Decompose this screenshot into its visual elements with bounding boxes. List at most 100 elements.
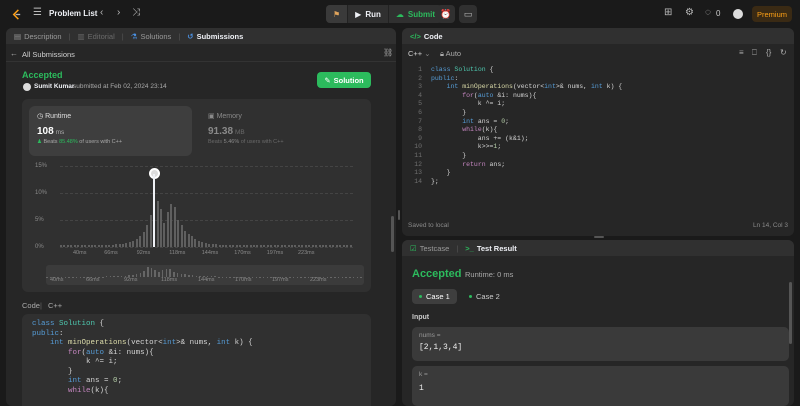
beats-suffix: of users with C++ — [79, 139, 123, 145]
resize-handle[interactable] — [594, 236, 604, 238]
chart-bar — [104, 244, 107, 247]
braces-icon[interactable]: {} — [766, 48, 771, 57]
case-2-tab[interactable]: Case 2 — [462, 289, 507, 304]
avatar[interactable] — [733, 9, 743, 19]
play-icon: ▶ — [355, 9, 362, 19]
chart-bar — [184, 230, 187, 247]
range-selector[interactable]: 40ms 66ms 92ms 118ms 144ms 170ms 197ms 223ms — [46, 265, 364, 285]
auto-mode[interactable]: 🔒︎ Auto — [440, 49, 461, 59]
test-scrollbar[interactable] — [789, 282, 792, 344]
mini-bar — [169, 269, 171, 277]
y-tick-label: 15% — [35, 163, 48, 169]
mini-bar — [330, 276, 332, 277]
nums-field[interactable]: nums = [2,1,3,4] — [412, 327, 789, 361]
submit-button[interactable]: ☁ Submit — [389, 5, 442, 23]
bookmark-icon[interactable]: ⎕ — [752, 48, 757, 58]
run-button[interactable]: ▶ Run — [348, 5, 389, 23]
submit-label: Submit — [407, 9, 435, 19]
memory-value: 91.38 — [208, 126, 234, 137]
chart-bar — [301, 245, 304, 247]
alarm-icon: ⏰ — [440, 8, 452, 19]
k-field[interactable]: k = 1 — [412, 366, 789, 406]
problem-list-link[interactable]: Problem List — [49, 9, 97, 18]
editor-code-line: } — [431, 152, 467, 159]
chart-bar — [60, 245, 62, 247]
line-number: 13 — [414, 169, 422, 177]
memory-card[interactable]: ▣ Memory 91.38 MB Beats 5.46% of users w… — [200, 106, 363, 156]
left-scrollbar[interactable] — [391, 216, 394, 252]
case-1-tab[interactable]: Case 1 — [412, 289, 457, 304]
tab-test-result[interactable]: >_ Test Result — [465, 244, 516, 253]
shuffle-icon[interactable]: ⤨ — [132, 7, 140, 18]
chart-bar — [304, 245, 307, 247]
mini-bar — [259, 276, 261, 277]
chart-bar — [311, 245, 314, 247]
mini-bar — [334, 276, 336, 277]
code-line: while(k){ — [68, 386, 109, 395]
x-tick-label: 92ms — [136, 250, 151, 256]
notes-button[interactable]: ▭ — [459, 5, 477, 23]
submitted-code[interactable]: class Solution { public: int minOperatio… — [22, 314, 371, 406]
beats-prefix: Beats — [208, 139, 223, 145]
mini-bar — [46, 276, 48, 277]
mini-bar — [292, 276, 295, 277]
beats-icon: ♟ — [37, 139, 42, 145]
chart-bar — [308, 245, 311, 247]
saved-status: Saved to local — [408, 222, 449, 229]
chart-bar — [73, 245, 76, 247]
chart-bar — [277, 245, 280, 247]
runtime-unit: ms — [55, 129, 65, 136]
runtime-distribution-chart[interactable]: 15% 10% 5% 0% 40ms 66ms 92ms 118ms 144ms 170m… — [22, 159, 371, 264]
leetcode-logo-icon[interactable] — [10, 8, 23, 21]
mini-bar — [64, 276, 67, 277]
list-icon[interactable]: ☰ — [33, 7, 42, 18]
next-problem-icon[interactable]: › — [117, 7, 120, 18]
mini-bar — [188, 274, 190, 277]
code-line: public: — [32, 329, 64, 338]
tab-testcase[interactable]: ☑ Testcase — [410, 244, 449, 253]
reset-icon[interactable]: ↻ — [780, 48, 787, 57]
premium-button[interactable]: Premium — [752, 6, 792, 22]
back-arrow-icon[interactable]: ← — [10, 49, 18, 58]
prev-problem-icon[interactable]: ‹ — [100, 7, 103, 18]
chart-bar — [149, 214, 152, 247]
all-submissions-link[interactable]: All Submissions — [22, 50, 75, 59]
tab-editorial[interactable]: ▥ Editorial — [78, 32, 115, 41]
runtime-card[interactable]: ◷ Runtime 108 ms ♟ Beats 85.48% of users… — [29, 106, 192, 156]
memory-header: ▣ Memory — [208, 112, 355, 120]
tab-code[interactable]: </> Code — [410, 32, 443, 41]
flask-icon: ⚗ — [130, 31, 138, 41]
vertical-resize-handle[interactable] — [398, 210, 400, 220]
line-number: 10 — [414, 143, 422, 151]
link-icon[interactable]: ⛓ — [383, 48, 393, 57]
tab-solutions[interactable]: ⚗ Solutions — [131, 32, 172, 41]
chart-bar — [142, 231, 145, 247]
solution-button[interactable]: ✎ Solution — [317, 72, 371, 88]
mini-bar — [360, 276, 362, 277]
mini-bar — [165, 268, 168, 277]
x-tick-label: 144ms — [201, 250, 219, 256]
clock-icon: ◷ — [37, 113, 44, 120]
username[interactable]: Sumit Kumar — [34, 83, 74, 90]
alarm-button[interactable]: ⏰ — [437, 5, 455, 23]
language-value: C++ — [408, 49, 423, 58]
chart-bar — [180, 225, 183, 247]
layout-icon[interactable]: ⊞ — [664, 7, 672, 18]
chart-bar — [146, 225, 149, 247]
editor-code-line: } — [431, 109, 467, 116]
mini-bar — [109, 276, 112, 277]
chart-bar — [246, 245, 249, 247]
debug-button[interactable]: ⚑ — [326, 5, 349, 23]
memory-beats: Beats 5.46% of users with C++ — [208, 139, 355, 145]
streak-icon[interactable]: ◌ — [705, 7, 711, 18]
code-line: int ans = 0; — [68, 377, 123, 385]
language-select[interactable]: C++ ⌄ — [408, 49, 431, 58]
user-avatar[interactable] — [23, 83, 31, 91]
format-icon[interactable]: ≡ — [739, 48, 744, 57]
chart-bar — [128, 241, 131, 247]
settings-icon[interactable]: ⚙ — [685, 7, 694, 18]
tab-description[interactable]: ▤ Description — [14, 32, 62, 41]
mini-bar — [143, 270, 145, 277]
tab-submissions[interactable]: ↺ Submissions — [187, 32, 243, 41]
mini-bar — [184, 274, 186, 277]
